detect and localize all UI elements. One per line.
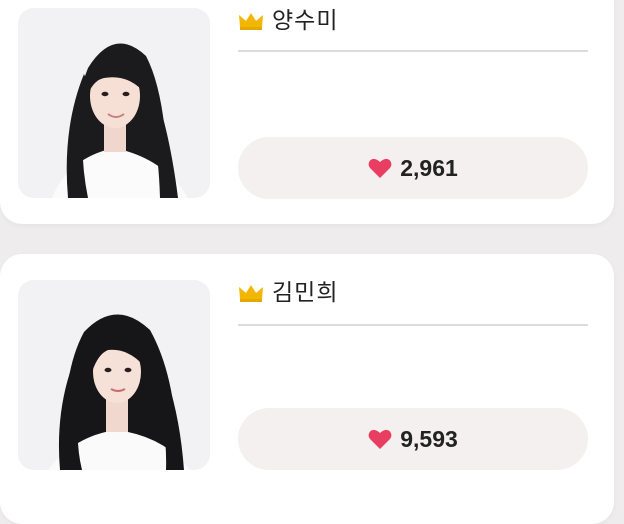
vote-button[interactable]: 9,593 xyxy=(238,408,588,470)
name-row: 양수미 xyxy=(238,6,338,36)
contestant-photo[interactable] xyxy=(18,8,210,198)
contestant-name: 양수미 xyxy=(272,8,339,34)
contestant-card: 양수미 2,961 xyxy=(0,0,614,224)
vote-count: 9,593 xyxy=(400,426,458,452)
divider xyxy=(238,324,588,326)
crown-icon xyxy=(239,13,263,30)
name-row: 김민희 xyxy=(238,278,338,308)
contestant-card: 김민희 9,593 xyxy=(0,254,614,524)
vote-count: 2,961 xyxy=(400,155,458,181)
heart-icon xyxy=(368,158,392,178)
crown-icon xyxy=(239,285,263,302)
contestant-name: 김민희 xyxy=(272,280,339,306)
portrait-image xyxy=(18,280,210,470)
contestant-photo[interactable] xyxy=(18,280,210,470)
vote-button[interactable]: 2,961 xyxy=(238,137,588,199)
portrait-image xyxy=(18,8,210,198)
divider xyxy=(238,50,588,52)
heart-icon xyxy=(368,429,392,449)
